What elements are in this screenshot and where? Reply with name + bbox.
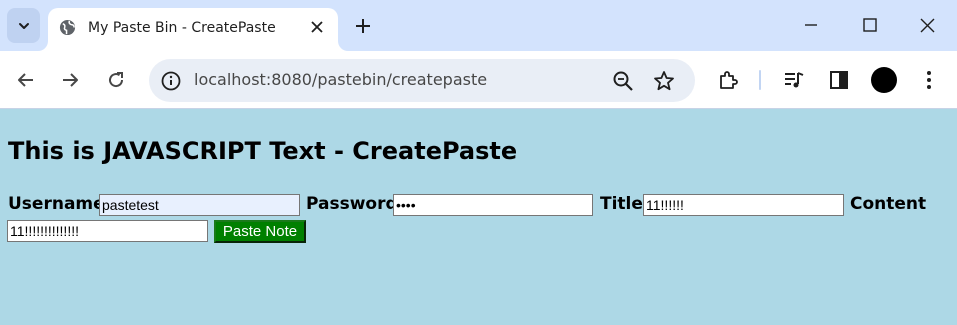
chevron-down-icon <box>18 22 29 29</box>
arrow-left-icon <box>18 73 33 87</box>
more-vertical-icon <box>927 71 931 89</box>
toolbar-divider <box>759 70 761 90</box>
password-label: Password <box>306 194 398 214</box>
plus-icon <box>356 19 370 33</box>
globe-icon <box>59 19 76 36</box>
playlist-music-icon <box>785 72 804 88</box>
close-icon <box>311 21 323 33</box>
new-tab-button[interactable] <box>348 11 378 41</box>
title-label: Title <box>600 194 643 214</box>
browser-toolbar: localhost:8080/pastebin/createpaste <box>0 51 957 109</box>
window-close-button[interactable] <box>912 10 942 40</box>
puzzle-icon <box>720 71 738 89</box>
forward-button[interactable] <box>56 66 84 94</box>
extensions-button[interactable] <box>714 66 742 94</box>
site-info-icon[interactable] <box>160 70 182 92</box>
content-input[interactable]: 11!!!!!!!!!!!!!! <box>7 220 208 242</box>
reload-icon <box>109 72 124 88</box>
username-input[interactable]: pastetest <box>99 194 300 216</box>
arrow-right-icon <box>63 73 78 87</box>
minimize-button[interactable] <box>796 10 826 40</box>
maximize-button[interactable] <box>855 10 885 40</box>
url-text[interactable]: localhost:8080/pastebin/createpaste <box>194 70 487 89</box>
tab-search-button[interactable] <box>7 8 40 43</box>
password-input[interactable]: •••• <box>393 194 593 216</box>
maximize-icon <box>863 18 877 32</box>
back-button[interactable] <box>12 66 40 94</box>
paste-note-button[interactable]: Paste Note <box>214 220 306 243</box>
side-panel-button[interactable] <box>825 66 853 94</box>
media-control-button[interactable] <box>780 66 808 94</box>
zoom-out-icon[interactable] <box>612 70 634 92</box>
page-heading: This is JAVASCRIPT Text - CreatePaste <box>8 137 518 165</box>
tab-strip: My Paste Bin - CreatePaste <box>0 0 957 51</box>
close-icon <box>920 18 934 32</box>
title-input[interactable]: 11!!!!!! <box>643 194 844 216</box>
content-label: Content <box>850 194 927 214</box>
bookmark-star-icon[interactable] <box>652 69 676 93</box>
active-tab[interactable]: My Paste Bin - CreatePaste <box>48 8 338 51</box>
side-panel-icon <box>830 71 848 89</box>
address-bar[interactable]: localhost:8080/pastebin/createpaste <box>149 59 695 102</box>
close-tab-button[interactable] <box>308 18 326 36</box>
reload-button[interactable] <box>102 66 130 94</box>
page-content: This is JAVASCRIPT Text - CreatePaste Us… <box>0 110 957 325</box>
minimize-icon <box>805 24 817 26</box>
browser-menu-button[interactable] <box>915 66 943 94</box>
profile-avatar[interactable] <box>871 67 897 93</box>
username-label: Username <box>8 194 105 214</box>
tab-title: My Paste Bin - CreatePaste <box>88 20 276 36</box>
